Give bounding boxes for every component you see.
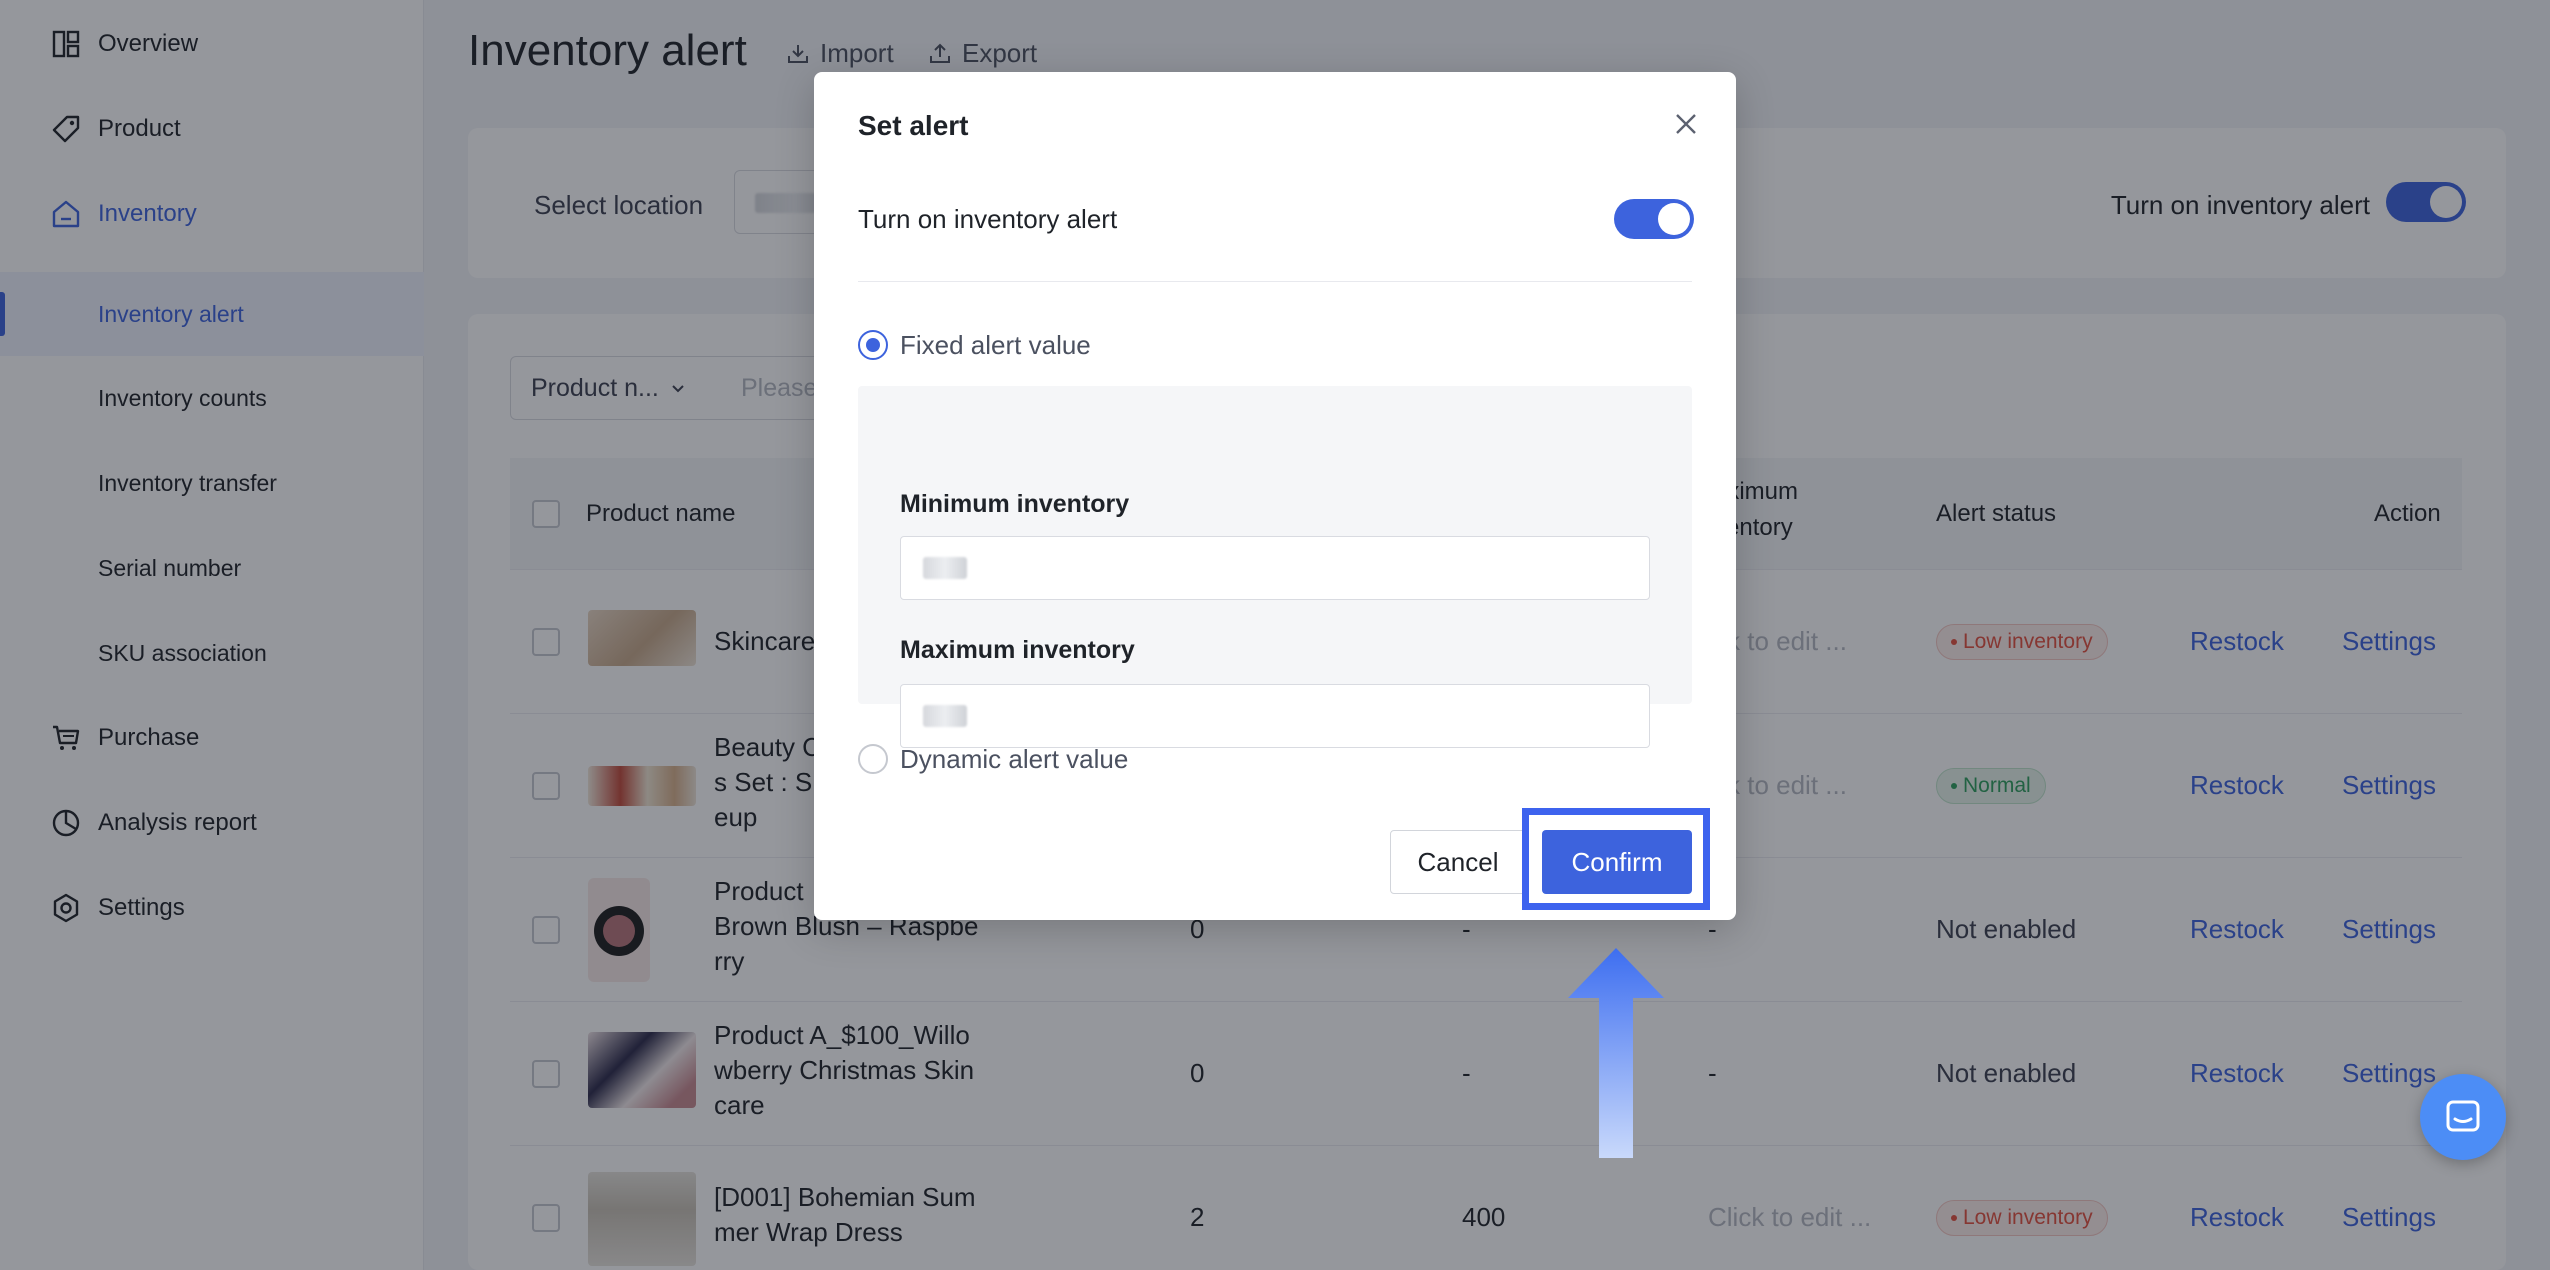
- set-alert-dialog: Set alert Turn on inventory alert Fixed …: [814, 72, 1736, 920]
- up-arrow-icon: [1568, 948, 1664, 1158]
- dynamic-alert-radio[interactable]: [858, 744, 888, 774]
- min-inventory-input[interactable]: [900, 536, 1650, 600]
- chat-support-button[interactable]: [2420, 1074, 2506, 1160]
- confirm-button[interactable]: Confirm: [1542, 830, 1692, 894]
- chat-icon: [2446, 1100, 2480, 1132]
- max-inventory-label: Maximum inventory: [900, 636, 1135, 664]
- fixed-alert-panel: Minimum inventory Maximum inventory: [858, 386, 1692, 704]
- max-inventory-value: [923, 705, 967, 727]
- fixed-alert-label: Fixed alert value: [900, 330, 1091, 360]
- alert-toggle[interactable]: [1614, 199, 1694, 239]
- alert-toggle-label: Turn on inventory alert: [858, 204, 1118, 234]
- divider: [858, 281, 1692, 282]
- dynamic-alert-label: Dynamic alert value: [900, 744, 1129, 774]
- max-inventory-input[interactable]: [900, 684, 1650, 748]
- fixed-alert-radio[interactable]: [858, 330, 888, 360]
- dialog-title: Set alert: [858, 110, 969, 141]
- close-icon[interactable]: [1670, 108, 1702, 140]
- min-inventory-label: Minimum inventory: [900, 490, 1130, 518]
- cancel-button[interactable]: Cancel: [1390, 830, 1526, 894]
- min-inventory-value: [923, 557, 967, 579]
